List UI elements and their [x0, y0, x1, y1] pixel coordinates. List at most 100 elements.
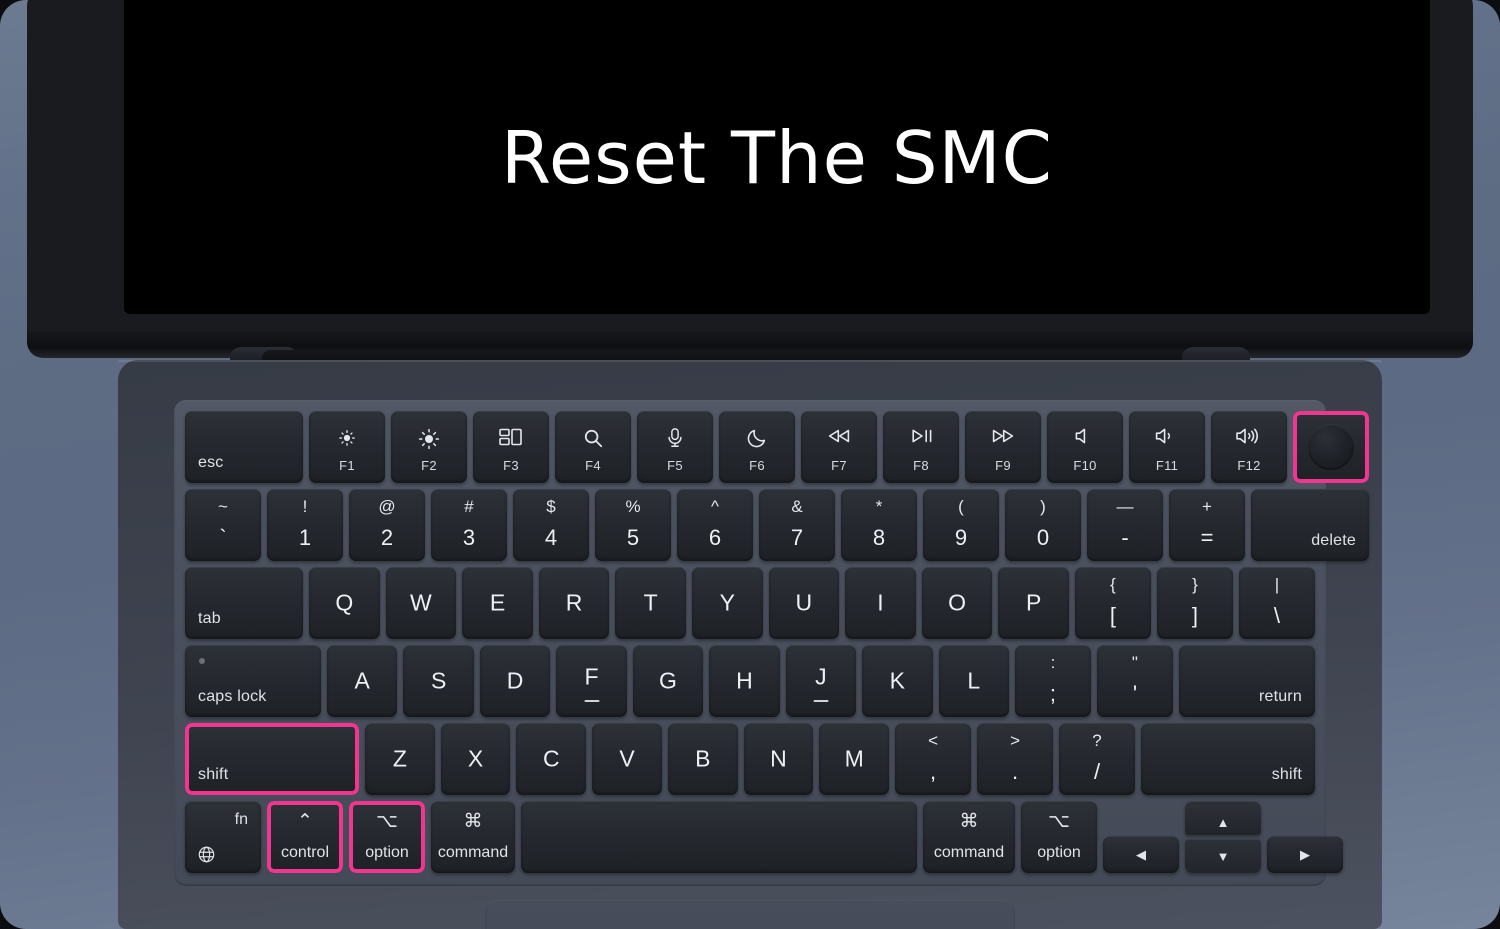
key-5[interactable]: % 5	[595, 489, 671, 561]
key-space[interactable]	[521, 801, 917, 873]
key-3-shift: #	[464, 497, 474, 516]
key-f1[interactable]: F1	[309, 411, 385, 483]
keyboard: esc F1 F2 F3 F4 F5 F6 F7 F8 F9 F10 F11 F…	[174, 400, 1369, 886]
key-semicolon[interactable]: : ;	[1014, 645, 1091, 717]
key-arrow-left[interactable]: ◀	[1103, 836, 1179, 873]
key-arrow-right[interactable]: ▶	[1267, 836, 1343, 873]
key-f6-label: F6	[749, 458, 765, 473]
key-caps-lock[interactable]: caps lock	[185, 645, 321, 717]
key-power-touch-id[interactable]	[1293, 411, 1369, 483]
key-bracket-left[interactable]: { [	[1074, 567, 1151, 639]
key-q[interactable]: Q	[309, 567, 380, 639]
key-tab[interactable]: tab	[185, 567, 303, 639]
key-equals-base: =	[1200, 525, 1214, 550]
touch-id-power-icon	[1308, 424, 1354, 470]
key-f7[interactable]: F7	[801, 411, 877, 483]
key-return[interactable]: return	[1178, 645, 1315, 717]
key-control[interactable]: ⌃ control	[267, 801, 343, 873]
key-option-left[interactable]: ⌥ option	[349, 801, 425, 873]
key-quote[interactable]: " '	[1096, 645, 1173, 717]
arrow-right-icon: ▶	[1300, 847, 1310, 862]
key-n[interactable]: N	[743, 723, 814, 795]
key-s[interactable]: S	[403, 645, 474, 717]
key-backslash[interactable]: | \	[1238, 567, 1315, 639]
key-delete[interactable]: delete	[1251, 489, 1369, 561]
key-option-right[interactable]: ⌥ option	[1021, 801, 1097, 873]
key-f3[interactable]: F3	[473, 411, 549, 483]
key-bracket-right[interactable]: } ]	[1156, 567, 1233, 639]
key-p[interactable]: P	[998, 567, 1069, 639]
key-semicolon-base: ;	[1049, 681, 1056, 706]
key-f[interactable]: F	[556, 645, 627, 717]
key-minus[interactable]: — -	[1087, 489, 1163, 561]
key-r[interactable]: R	[538, 567, 610, 639]
key-5-base: 5	[626, 525, 640, 550]
key-4[interactable]: $ 4	[513, 489, 589, 561]
key-comma-base: ,	[929, 759, 937, 784]
key-e-label: E	[489, 589, 506, 616]
key-b[interactable]: B	[667, 723, 738, 795]
key-9[interactable]: ( 9	[923, 489, 999, 561]
key-o[interactable]: O	[921, 567, 993, 639]
key-command-left[interactable]: ⌘ command	[431, 801, 515, 873]
key-f12[interactable]: F12	[1211, 411, 1287, 483]
key-c[interactable]: C	[516, 723, 587, 795]
key-m[interactable]: M	[819, 723, 890, 795]
key-slash[interactable]: ? /	[1059, 723, 1136, 795]
key-f8[interactable]: F8	[883, 411, 959, 483]
laptop-display: Reset The SMC	[124, 0, 1430, 314]
key-comma[interactable]: < ,	[895, 723, 972, 795]
spotlight-search-icon	[555, 427, 631, 449]
key-f4[interactable]: F4	[555, 411, 631, 483]
key-x[interactable]: X	[440, 723, 511, 795]
key-d[interactable]: D	[479, 645, 551, 717]
key-k[interactable]: K	[862, 645, 933, 717]
key-fn-label: fn	[234, 811, 248, 828]
key-7-shift: &	[791, 497, 803, 516]
key-0[interactable]: ) 0	[1005, 489, 1081, 561]
key-arrow-up[interactable]: ▲	[1185, 801, 1261, 835]
key-quote-shift: "	[1131, 653, 1138, 672]
key-8[interactable]: * 8	[841, 489, 917, 561]
key-fn[interactable]: fn	[185, 801, 261, 873]
key-t-label: T	[643, 589, 658, 616]
key-y-label: Y	[719, 589, 735, 616]
key-f5[interactable]: F5	[637, 411, 713, 483]
key-f10[interactable]: F10	[1047, 411, 1123, 483]
key-shift-left[interactable]: shift	[185, 723, 359, 795]
key-z[interactable]: Z	[365, 723, 435, 795]
key-b-label: B	[695, 745, 711, 772]
key-shift-right[interactable]: shift	[1141, 723, 1316, 795]
key-a[interactable]: A	[327, 645, 398, 717]
key-f2[interactable]: F2	[391, 411, 467, 483]
key-f11[interactable]: F11	[1129, 411, 1205, 483]
trackpad[interactable]	[485, 900, 1015, 929]
key-6[interactable]: ^ 6	[677, 489, 753, 561]
key-1[interactable]: ! 1	[267, 489, 343, 561]
key-backtick[interactable]: ~ `	[185, 489, 261, 561]
key-t[interactable]: T	[615, 567, 686, 639]
fast-forward-icon	[965, 427, 1041, 445]
key-command-right[interactable]: ⌘ command	[923, 801, 1015, 873]
key-i[interactable]: I	[845, 567, 916, 639]
key-arrow-down[interactable]: ▼	[1185, 839, 1261, 873]
key-3[interactable]: # 3	[431, 489, 507, 561]
key-v[interactable]: V	[592, 723, 662, 795]
key-h[interactable]: H	[709, 645, 780, 717]
key-l[interactable]: L	[938, 645, 1009, 717]
key-7[interactable]: & 7	[759, 489, 835, 561]
key-period[interactable]: > .	[977, 723, 1054, 795]
key-w[interactable]: W	[385, 567, 457, 639]
key-u[interactable]: U	[768, 567, 840, 639]
key-f9[interactable]: F9	[965, 411, 1041, 483]
key-f6[interactable]: F6	[719, 411, 795, 483]
key-e[interactable]: E	[462, 567, 533, 639]
key-g[interactable]: G	[632, 645, 704, 717]
key-f9-label: F9	[995, 458, 1011, 473]
key-equals[interactable]: + =	[1169, 489, 1245, 561]
key-y[interactable]: Y	[691, 567, 763, 639]
key-1-base: 1	[298, 525, 312, 550]
key-esc[interactable]: esc	[185, 411, 303, 483]
key-2[interactable]: @ 2	[349, 489, 425, 561]
key-j[interactable]: J	[785, 645, 857, 717]
